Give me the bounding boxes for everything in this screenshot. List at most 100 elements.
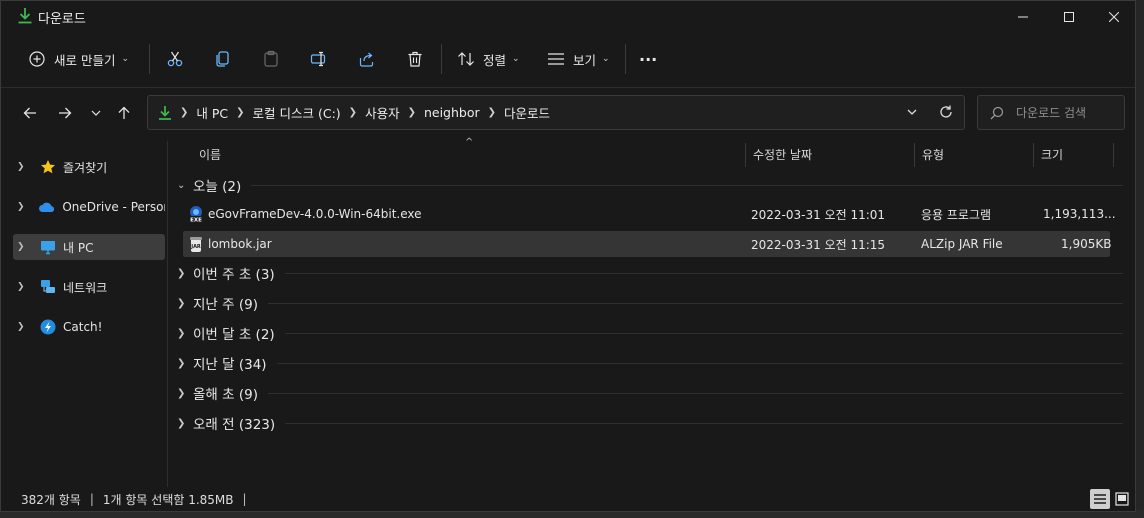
chevron-right-icon: ❯ — [17, 162, 25, 172]
chevron-right-icon: ❯ — [177, 417, 186, 429]
nav-item-this-pc[interactable]: ❯ 내 PC — [13, 234, 165, 260]
chevron-right-icon: ❯ — [177, 327, 186, 339]
group-divider — [284, 332, 1123, 334]
title-bar[interactable]: 다운로드 — [1, 1, 1135, 33]
nav-item-favorites[interactable]: ❯ 즐겨찾기 — [13, 154, 165, 180]
search-box[interactable]: 다운로드 검색 — [977, 95, 1125, 130]
group-header-last-month[interactable]: ❯ 지난 달 (34) — [173, 350, 1129, 376]
column-separator[interactable] — [914, 143, 915, 167]
toolbar-separator — [441, 44, 442, 74]
address-history-chevron-icon[interactable] — [906, 104, 918, 120]
group-header-today[interactable]: ⌄ 오늘 (2) — [173, 172, 1129, 198]
up-button[interactable] — [110, 97, 138, 129]
group-label: 이번 주 초 (3) — [193, 267, 275, 283]
file-row[interactable]: EXE eGovFrameDev-4.0.0-Win-64bit.exe 202… — [183, 201, 1116, 227]
sort-icon — [458, 52, 474, 66]
pane-splitter[interactable] — [167, 141, 168, 487]
chevron-right-icon: ❯ — [180, 107, 189, 118]
column-header-size[interactable]: 크기 — [1041, 141, 1111, 167]
column-separator[interactable] — [745, 143, 746, 167]
status-bar: 382개 항목 | 1개 항목 선택함 1.85MB | — [21, 491, 256, 507]
file-explorer-window: 다운로드 새로 만들기 ⌄ 정렬 ⌄ 보기 ⌄ ··· ❯ 내 PC ❯ 로컬 … — [0, 0, 1136, 512]
column-header-label: 수정한 날짜 — [753, 147, 813, 162]
cut-button[interactable] — [166, 37, 184, 81]
group-header-early-this-week[interactable]: ❯ 이번 주 초 (3) — [173, 260, 1129, 286]
arrow-right-icon — [59, 107, 72, 119]
minimize-icon — [1018, 16, 1028, 18]
group-header-early-this-year[interactable]: ❯ 올해 초 (9) — [173, 380, 1129, 406]
network-icon — [39, 278, 57, 296]
view-button[interactable]: 보기 ⌄ — [547, 37, 610, 81]
scissors-icon — [167, 51, 183, 67]
column-header-type[interactable]: 유형 — [922, 141, 1032, 167]
recent-locations-button[interactable] — [82, 97, 110, 129]
chevron-right-icon: ❯ — [177, 267, 186, 279]
chevron-down-icon — [91, 110, 101, 116]
column-header-name[interactable]: 이름 — [199, 141, 743, 167]
breadcrumb-item[interactable]: 로컬 디스크 (C:) — [253, 103, 341, 122]
nav-item-label: Catch! — [63, 320, 103, 334]
group-header-early-this-month[interactable]: ❯ 이번 달 초 (2) — [173, 320, 1129, 346]
close-button[interactable] — [1091, 1, 1137, 33]
breadcrumb-item[interactable]: 내 PC — [196, 103, 228, 122]
chevron-right-icon: ❯ — [177, 387, 186, 399]
forward-button[interactable] — [51, 97, 79, 129]
download-folder-icon — [159, 105, 171, 120]
nav-item-network[interactable]: ❯ 네트워크 — [13, 274, 165, 300]
column-header-modified[interactable]: 수정한 날짜 — [753, 141, 913, 167]
nav-item-onedrive[interactable]: ❯ OneDrive - Persona — [13, 194, 165, 220]
star-icon — [39, 158, 57, 176]
group-divider — [276, 362, 1123, 364]
chevron-right-icon: ❯ — [17, 322, 25, 332]
group-header-long-ago[interactable]: ❯ 오래 전 (323) — [173, 410, 1129, 436]
refresh-icon[interactable] — [938, 103, 954, 121]
file-size: 1,193,113... — [1043, 207, 1116, 221]
share-icon — [359, 52, 374, 67]
group-divider — [284, 272, 1123, 274]
window-title: 다운로드 — [38, 12, 86, 27]
new-label: 새로 만들기 — [54, 52, 116, 68]
tiles-view-button[interactable] — [1112, 489, 1132, 509]
file-modified: 2022-03-31 오전 11:15 — [751, 237, 886, 252]
file-modified: 2022-03-31 오전 11:01 — [751, 207, 886, 222]
chevron-down-icon: ⌄ — [121, 54, 130, 64]
breadcrumb-item[interactable]: neighbor — [424, 105, 480, 120]
chevron-right-icon: ❯ — [348, 107, 358, 118]
rename-button[interactable] — [310, 37, 328, 81]
download-folder-icon — [18, 8, 32, 24]
chevron-right-icon: ❯ — [17, 282, 25, 292]
delete-button[interactable] — [406, 37, 424, 81]
breadcrumb: ❯ 내 PC ❯ 로컬 디스크 (C:) ❯ 사용자 ❯ neighbor ❯ … — [158, 96, 550, 129]
group-header-last-week[interactable]: ❯ 지난 주 (9) — [173, 290, 1129, 316]
nav-item-catch[interactable]: ❯ Catch! — [13, 314, 165, 340]
details-view-button[interactable] — [1090, 489, 1110, 509]
navigation-pane: ❯ 즐겨찾기 ❯ OneDrive - Persona ❯ 내 PC ❯ — [1, 145, 167, 485]
group-divider — [285, 422, 1123, 424]
file-row-selected[interactable]: JAR lombok.jar 2022-03-31 오전 11:15 ALZip… — [183, 231, 1111, 257]
maximize-button[interactable] — [1046, 1, 1092, 33]
share-button[interactable] — [358, 37, 376, 81]
column-separator[interactable] — [1113, 143, 1114, 167]
chevron-right-icon: ❯ — [177, 297, 186, 309]
catch-icon — [39, 318, 57, 336]
trash-icon — [408, 51, 422, 67]
chevron-right-icon: ❯ — [177, 357, 186, 369]
toolbar-separator — [625, 44, 626, 74]
group-label: 지난 달 (34) — [193, 357, 267, 373]
more-options-button[interactable]: ··· — [639, 37, 657, 81]
paste-button[interactable] — [262, 37, 280, 81]
chevron-right-icon: ❯ — [17, 242, 25, 252]
column-header-label: 유형 — [922, 147, 945, 162]
breadcrumb-item[interactable]: 다운로드 — [504, 103, 550, 122]
copy-button[interactable] — [214, 37, 232, 81]
minimize-button[interactable] — [1000, 1, 1046, 33]
new-button[interactable]: 새로 만들기 ⌄ — [29, 37, 129, 81]
sort-button[interactable]: 정렬 ⌄ — [457, 37, 520, 81]
view-list-icon — [548, 53, 564, 65]
address-bar[interactable]: ❯ 내 PC ❯ 로컬 디스크 (C:) ❯ 사용자 ❯ neighbor ❯ … — [147, 95, 965, 130]
column-separator[interactable] — [1033, 143, 1034, 167]
details-view-icon — [1094, 494, 1106, 504]
back-button[interactable] — [16, 97, 44, 129]
clipboard-icon — [264, 50, 278, 67]
breadcrumb-item[interactable]: 사용자 — [365, 103, 400, 122]
